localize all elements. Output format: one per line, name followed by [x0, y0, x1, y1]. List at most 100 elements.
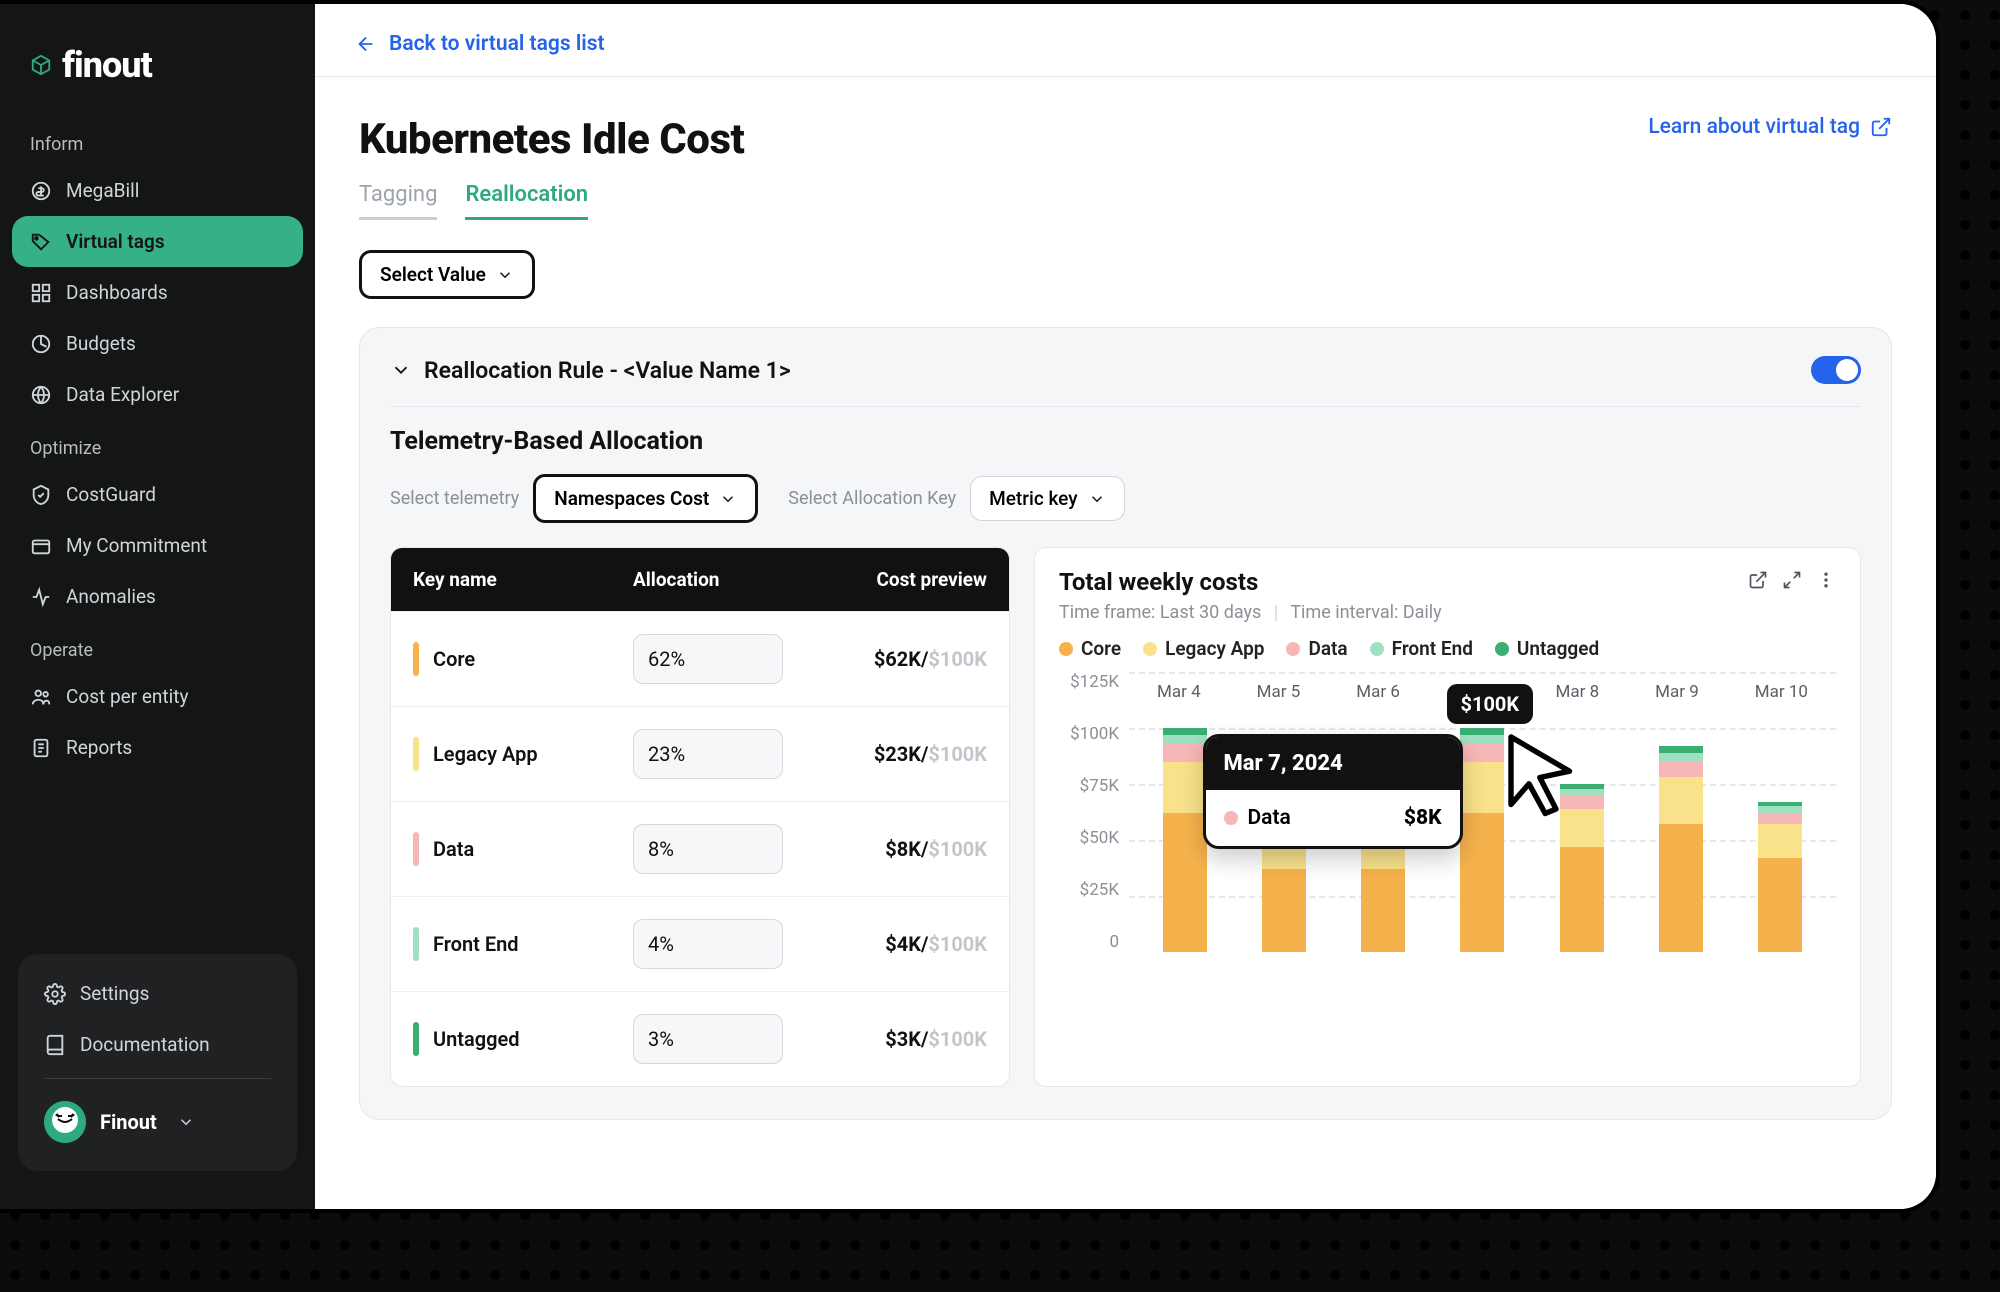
th-alloc: Allocation: [633, 568, 833, 591]
sidebar-item-my-commitment[interactable]: My Commitment: [0, 520, 315, 571]
color-indicator: [413, 927, 419, 961]
sidebar-item-anomalies[interactable]: Anomalies: [0, 571, 315, 622]
sidebar-item-costguard[interactable]: CostGuard: [0, 469, 315, 520]
bar-segment: [1163, 762, 1207, 814]
key-name: Legacy App: [433, 742, 538, 766]
table-row: Legacy App $23K/$100K: [391, 706, 1009, 801]
bar-segment: [1758, 824, 1802, 858]
rule-toggle[interactable]: [1811, 356, 1861, 384]
telemetry-select[interactable]: Namespaces Cost: [533, 474, 758, 523]
value-bubble: $100K: [1447, 684, 1534, 724]
y-tick: $75K: [1059, 776, 1119, 796]
chevron-down-icon: [719, 490, 737, 508]
y-axis: $125K$100K$75K$50K$25K0: [1059, 672, 1129, 952]
allocation-input[interactable]: [633, 634, 783, 684]
legend-swatch: [1495, 642, 1509, 656]
sidebar-item-dashboards[interactable]: Dashboards: [0, 267, 315, 318]
cost-preview: $23K/$100K: [833, 742, 987, 766]
bar-segment: [1163, 735, 1207, 744]
documentation-link[interactable]: Documentation: [26, 1019, 289, 1070]
chevron-down-icon: [496, 266, 514, 284]
bar-segment: [1659, 753, 1703, 762]
settings-link[interactable]: Settings: [26, 968, 289, 1019]
more-icon[interactable]: [1816, 570, 1836, 594]
key-cell: Front End: [413, 927, 633, 961]
open-external-icon[interactable]: [1748, 570, 1768, 594]
sidebar-item-cost-per-entity[interactable]: Cost per entity: [0, 671, 315, 722]
cost-preview: $8K/$100K: [833, 837, 987, 861]
sidebar-item-budgets[interactable]: Budgets: [0, 318, 315, 369]
external-link-icon: [1870, 116, 1892, 138]
bar-segment: [1659, 746, 1703, 753]
legend-item[interactable]: Core: [1059, 637, 1121, 660]
tab-reallocation[interactable]: Reallocation: [465, 182, 588, 220]
chart-tooltip: Mar 7, 2024 Data $8K: [1203, 734, 1463, 849]
nav-section-label: Inform: [0, 116, 315, 165]
legend-item[interactable]: Untagged: [1495, 637, 1599, 660]
tab-tagging[interactable]: Tagging: [359, 182, 437, 220]
table-header: Key name Allocation Cost preview: [391, 548, 1009, 611]
legend-item[interactable]: Data: [1286, 637, 1347, 660]
th-key: Key name: [413, 568, 633, 591]
y-tick: $100K: [1059, 724, 1119, 744]
allocation-key-select[interactable]: Metric key: [970, 476, 1124, 521]
table-row: Untagged$3K/$100K: [391, 991, 1009, 1086]
color-indicator: [413, 1022, 419, 1056]
bar-segment: [1758, 806, 1802, 813]
account-menu[interactable]: Finout: [26, 1087, 289, 1157]
chart-title: Total weekly costs: [1059, 568, 1258, 596]
key-cell: Core: [413, 642, 633, 676]
legend-swatch: [1059, 642, 1073, 656]
tooltip-value: $8K: [1404, 806, 1442, 830]
telemetry-value: Namespaces Cost: [554, 487, 709, 510]
cost-preview: $4K/$100K: [833, 932, 987, 956]
nav-section-label: Optimize: [0, 420, 315, 469]
arrow-left-icon: [355, 33, 377, 55]
virtual-tags-icon: [30, 231, 52, 253]
sidebar-item-reports[interactable]: Reports: [0, 722, 315, 773]
legend-swatch: [1143, 642, 1157, 656]
allocation-input[interactable]: [633, 729, 783, 779]
legend-item[interactable]: Legacy App: [1143, 637, 1264, 660]
bar-segment: [1361, 869, 1405, 952]
rule-title-row[interactable]: Reallocation Rule - <Value Name 1>: [390, 357, 791, 384]
select-value-dropdown[interactable]: Select Value: [359, 250, 535, 299]
cursor-icon: [1493, 728, 1583, 818]
my-commitment-icon: [30, 535, 52, 557]
legend-item[interactable]: Front End: [1370, 637, 1473, 660]
data-explorer-icon: [30, 384, 52, 406]
telemetry-label: Select telemetry: [390, 488, 519, 509]
allocation-key-value: Metric key: [989, 487, 1077, 510]
color-indicator: [413, 642, 419, 676]
book-icon: [44, 1034, 66, 1056]
sidebar-item-megabill[interactable]: MegaBill: [0, 165, 315, 216]
key-cell: Legacy App: [413, 737, 633, 771]
megabill-icon: [30, 180, 52, 202]
allocation-input[interactable]: [633, 919, 783, 969]
anomalies-icon: [30, 586, 52, 608]
learn-link[interactable]: Learn about virtual tag: [1648, 115, 1892, 139]
back-link[interactable]: Back to virtual tags list: [315, 4, 1936, 76]
bar-column[interactable]: [1758, 802, 1802, 952]
bar-segment: [1163, 813, 1207, 952]
sidebar-footer: Settings Documentation Finout: [18, 954, 297, 1171]
bar-column[interactable]: [1659, 746, 1703, 952]
key-cell: Untagged: [413, 1022, 633, 1056]
sidebar-item-virtual-tags[interactable]: Virtual tags: [12, 216, 303, 267]
account-name: Finout: [100, 1110, 157, 1134]
cube-icon: [30, 54, 52, 76]
sidebar-item-data-explorer[interactable]: Data Explorer: [0, 369, 315, 420]
expand-icon[interactable]: [1782, 570, 1802, 594]
footer-divider: [44, 1078, 271, 1079]
bar-segment: [1262, 869, 1306, 952]
bar-column[interactable]: [1163, 728, 1207, 952]
chevron-down-icon: [175, 1111, 197, 1133]
settings-label: Settings: [80, 982, 149, 1005]
allocation-input[interactable]: [633, 824, 783, 874]
allocation-input[interactable]: [633, 1014, 783, 1064]
sidebar-item-label: Dashboards: [66, 281, 168, 304]
key-name: Front End: [433, 932, 519, 956]
th-preview: Cost preview: [833, 568, 987, 591]
color-indicator: [413, 832, 419, 866]
chevron-down-icon: [1088, 490, 1106, 508]
